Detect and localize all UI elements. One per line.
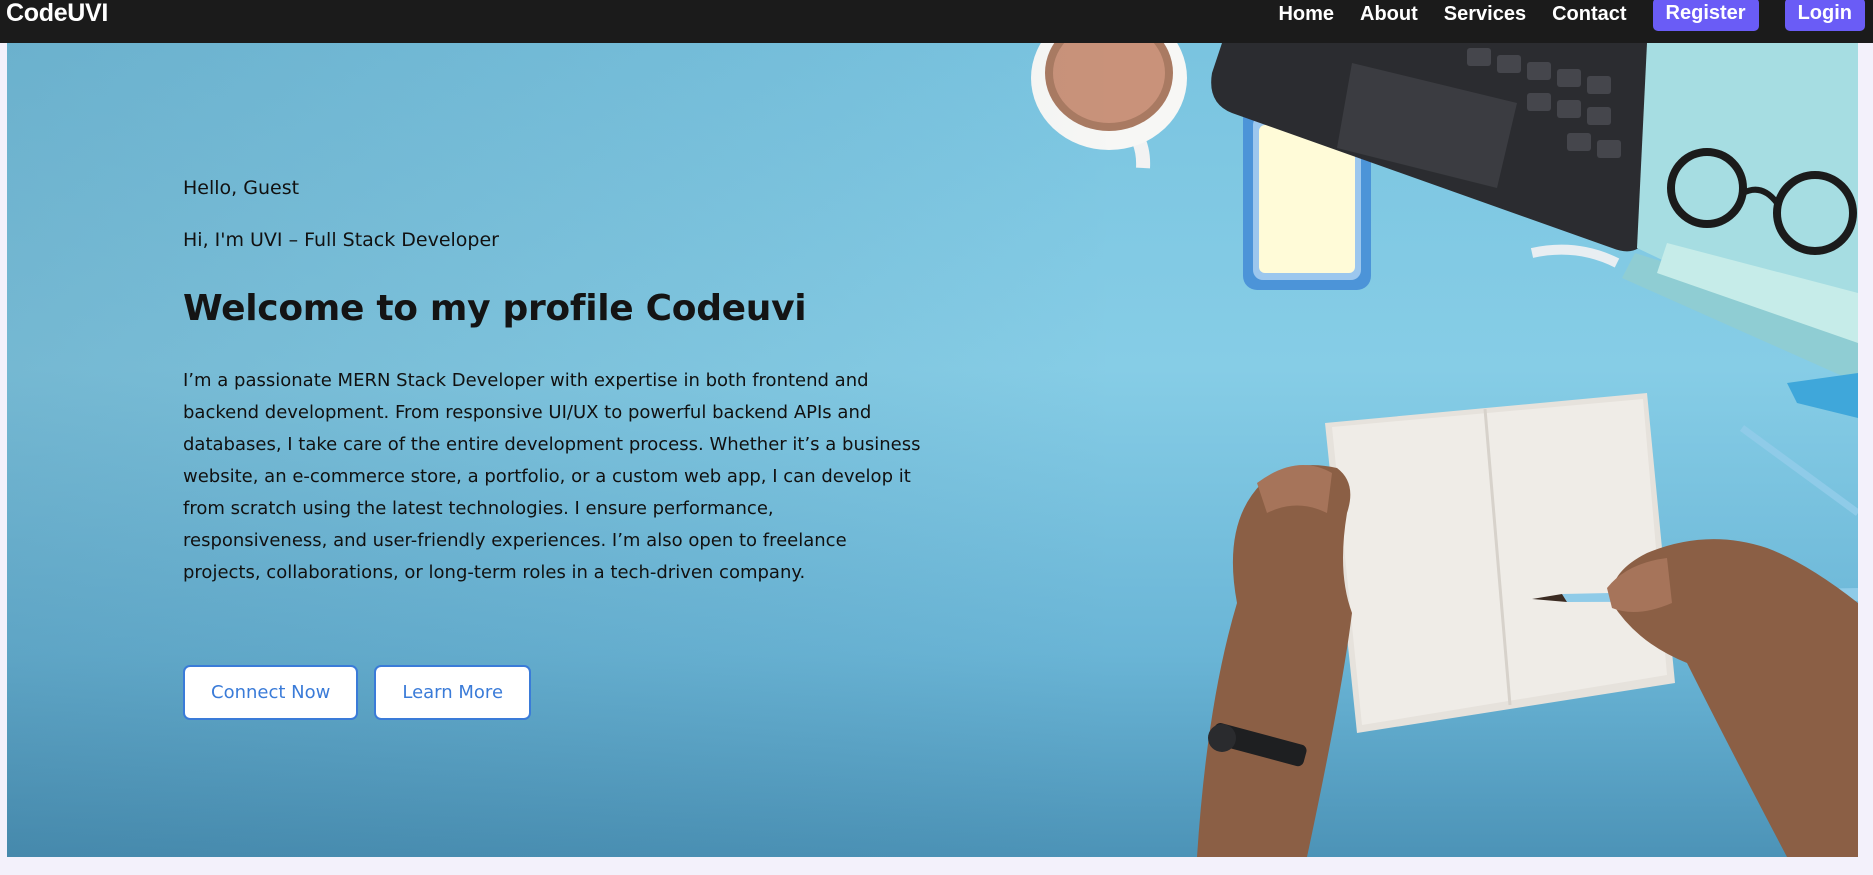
nav-link-services[interactable]: Services (1444, 3, 1526, 26)
register-button[interactable]: Register (1652, 0, 1759, 31)
intro-text: Hi, I'm UVI – Full Stack Developer (183, 229, 499, 251)
nav-link-home[interactable]: Home (1278, 3, 1334, 26)
greeting-text: Hello, Guest (183, 177, 300, 199)
hero-headline: Welcome to my profile Codeuvi (183, 288, 807, 329)
nav-links: Home About Services Contact Register Log… (1252, 0, 1865, 31)
nav-link-about[interactable]: About (1360, 3, 1418, 26)
brand-logo[interactable]: CodeUVI (6, 0, 108, 28)
learn-more-button[interactable]: Learn More (374, 665, 532, 720)
login-button[interactable]: Login (1784, 0, 1865, 31)
connect-now-button[interactable]: Connect Now (183, 665, 359, 720)
bio-paragraph: I’m a passionate MERN Stack Developer wi… (183, 370, 921, 583)
hero-section: Hello, Guest Hi, I'm UVI – Full Stack De… (7, 43, 1858, 857)
navbar: CodeUVI Home About Services Contact Regi… (0, 0, 1873, 43)
nav-link-contact[interactable]: Contact (1552, 3, 1626, 26)
hero-buttons: Connect Now Learn More (183, 665, 547, 720)
